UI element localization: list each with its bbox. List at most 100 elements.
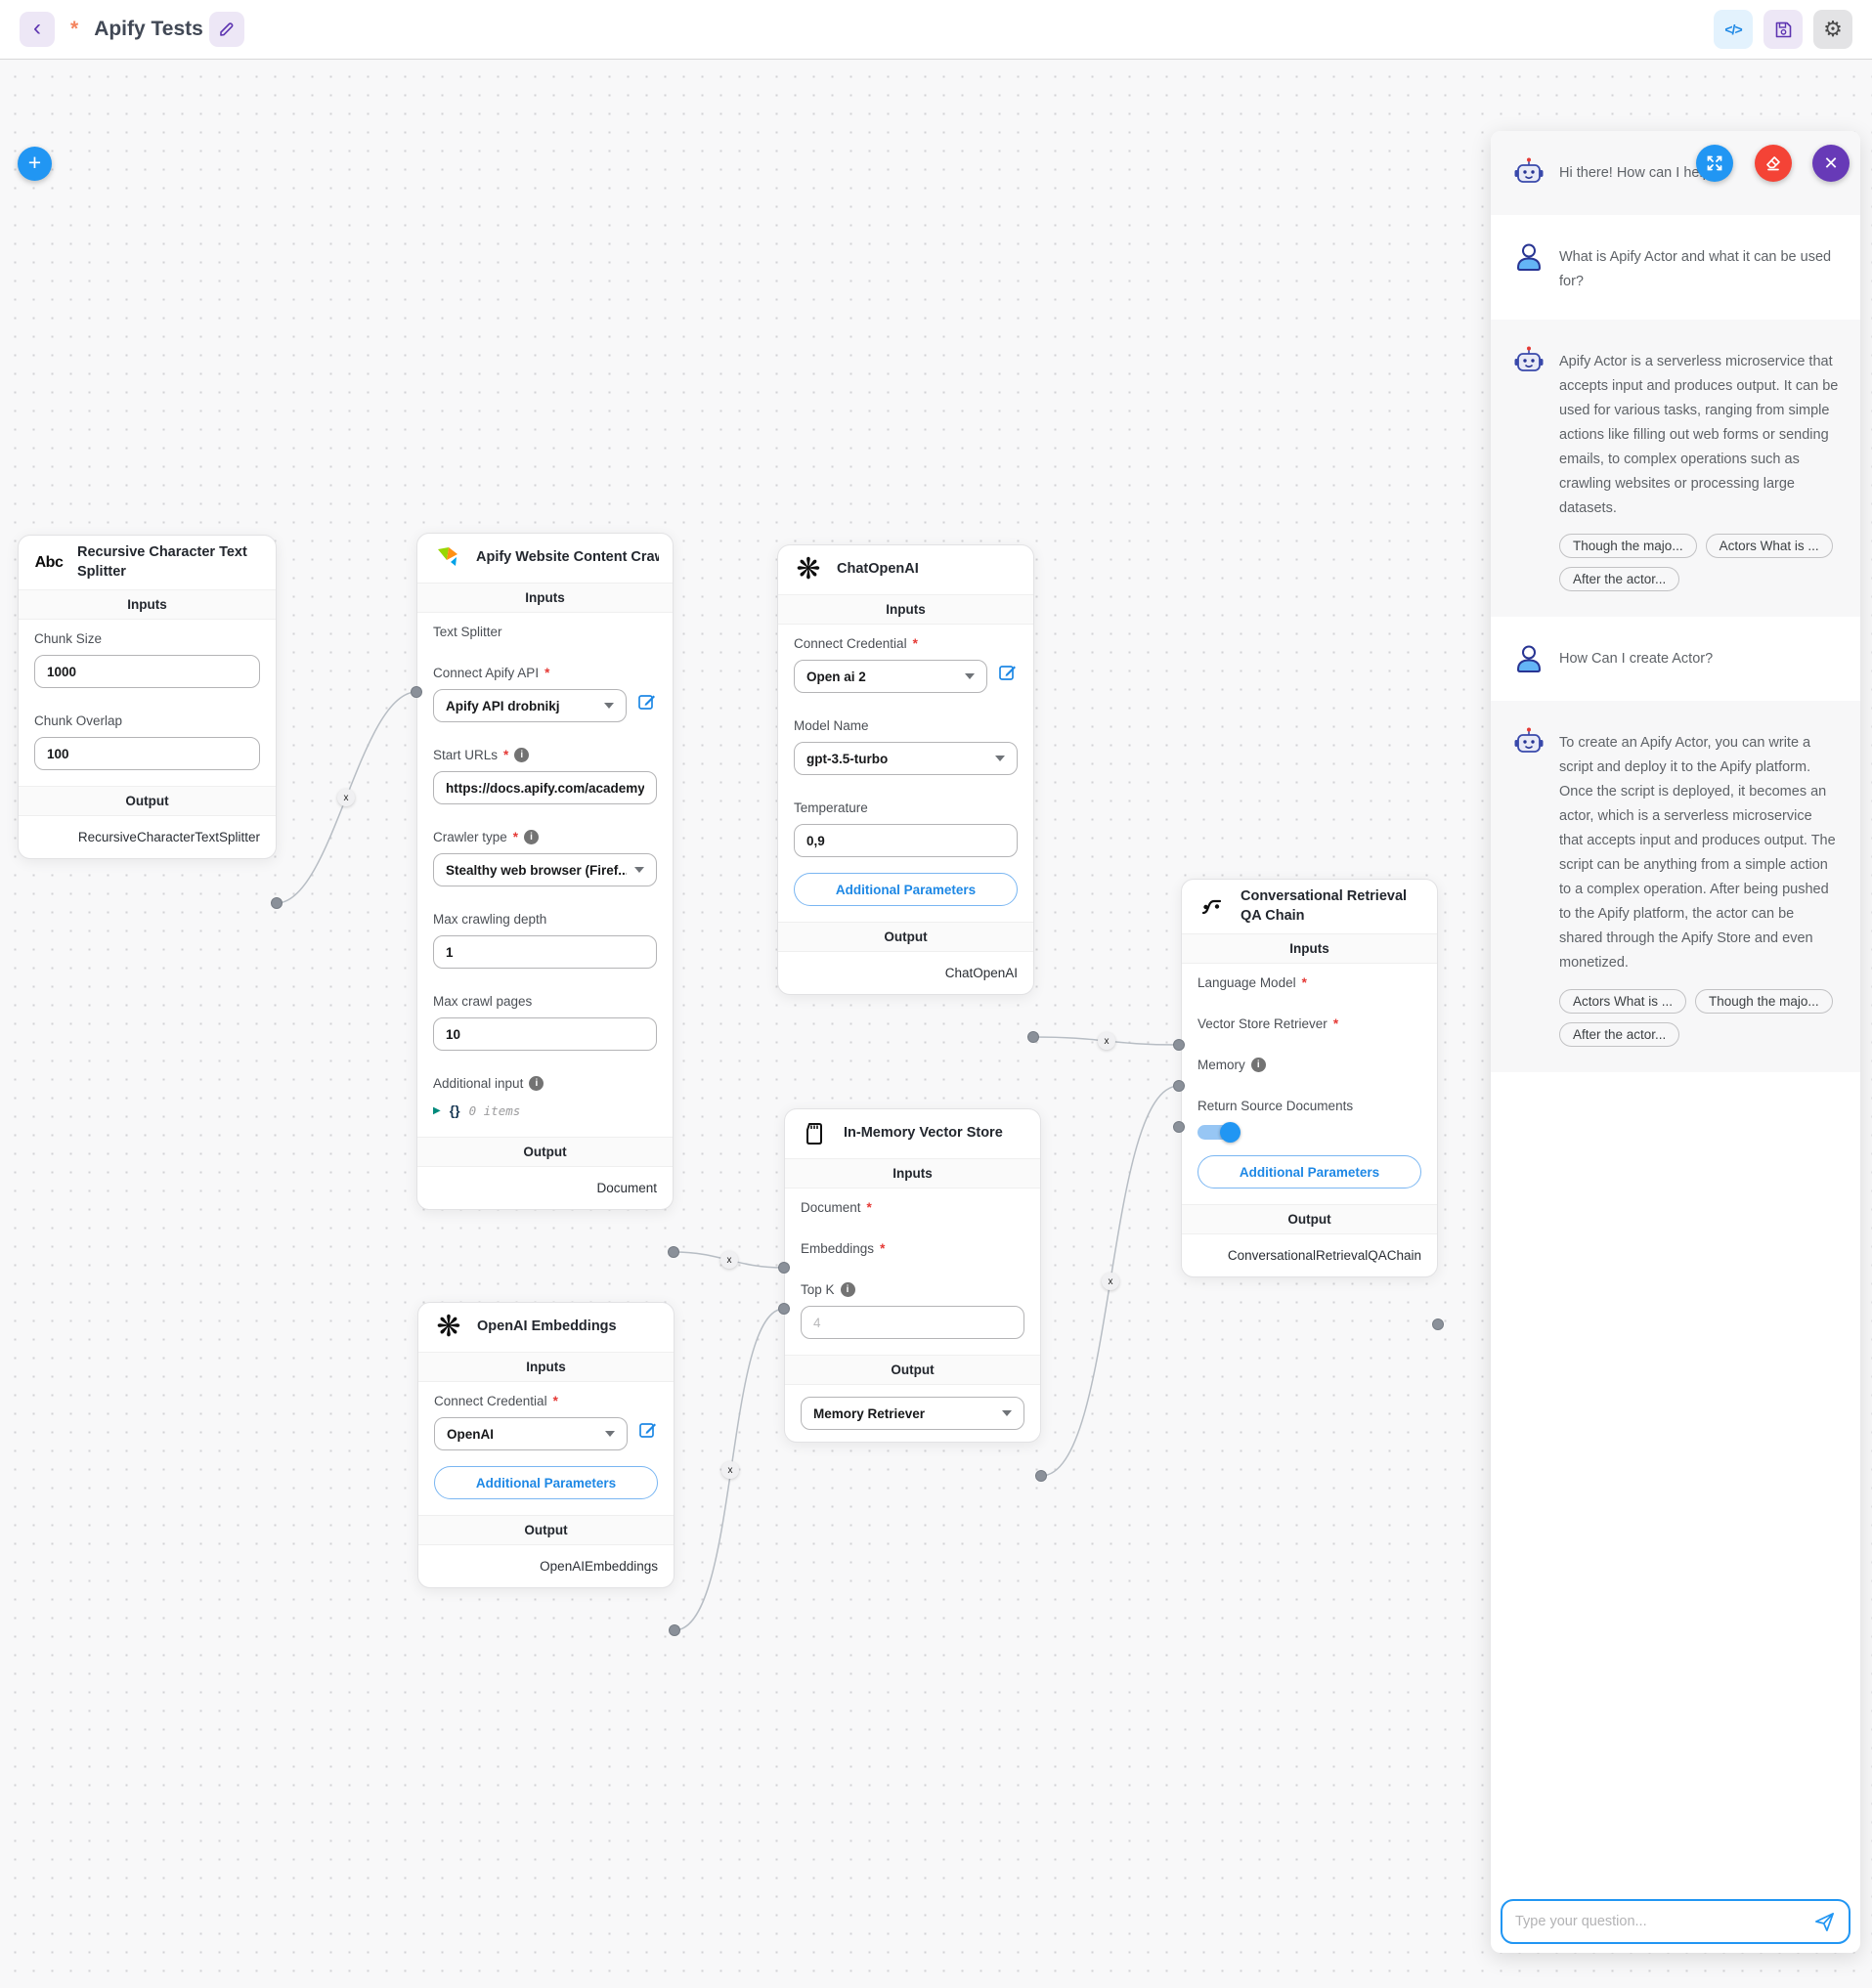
openai-icon: ❋ xyxy=(432,1311,465,1344)
chat-input-area xyxy=(1491,1891,1860,1953)
temperature-input[interactable] xyxy=(794,824,1018,857)
send-button[interactable] xyxy=(1813,1911,1836,1933)
node-openai-embeddings[interactable]: ❋ OpenAI Embeddings Inputs Connect Crede… xyxy=(417,1302,675,1588)
chevron-left-icon: ‹ xyxy=(33,17,41,40)
expander-icon[interactable]: ▶ xyxy=(433,1105,441,1116)
port-in-embeddings[interactable] xyxy=(778,1303,790,1315)
connect-apify-api-label: Connect Apify API* xyxy=(433,664,657,681)
max-pages-input[interactable] xyxy=(433,1017,657,1051)
document-label: Document* xyxy=(801,1198,1024,1216)
edge-delete-button[interactable]: x xyxy=(720,1251,738,1269)
return-source-documents-toggle[interactable] xyxy=(1197,1125,1238,1140)
node-chat-openai[interactable]: ❋ ChatOpenAI Inputs Connect Credential* … xyxy=(777,544,1034,995)
max-depth-input[interactable] xyxy=(433,935,657,969)
credential-select[interactable]: Open ai 2 xyxy=(794,660,987,693)
followup-chip[interactable]: Actors What is ... xyxy=(1706,534,1833,558)
followup-chip[interactable]: After the actor... xyxy=(1559,567,1679,591)
port-out-memory-retriever[interactable] xyxy=(1035,1470,1047,1482)
apify-credential-select[interactable]: Apify API drobnikj xyxy=(433,689,627,722)
max-depth-label: Max crawling depth xyxy=(433,910,657,928)
edge-delete-button[interactable]: x xyxy=(1102,1273,1119,1290)
paper-plane-icon xyxy=(1813,1911,1836,1933)
additional-parameters-button[interactable]: Additional Parameters xyxy=(1197,1155,1421,1188)
apify-logo-icon xyxy=(431,541,464,575)
model-name-label: Model Name xyxy=(794,716,1018,734)
node-recursive-text-splitter[interactable]: Abc Recursive Character Text Splitter In… xyxy=(18,535,277,859)
port-out-document[interactable] xyxy=(668,1246,679,1258)
info-icon[interactable]: i xyxy=(1251,1058,1266,1072)
port-out-openaiembeddings[interactable] xyxy=(669,1624,680,1636)
temperature-label: Temperature xyxy=(794,799,1018,816)
chain-link-icon xyxy=(1196,890,1229,924)
node-apify-crawler[interactable]: Apify Website Content Crawler Inputs Tex… xyxy=(416,533,674,1210)
followup-chip[interactable]: Though the majo... xyxy=(1695,989,1833,1014)
followup-chip[interactable]: Though the majo... xyxy=(1559,534,1697,558)
max-depth-value[interactable] xyxy=(446,945,644,960)
port-in-vector-store-retriever[interactable] xyxy=(1173,1080,1185,1092)
add-node-button[interactable]: + xyxy=(18,147,52,181)
crawler-type-select[interactable]: Stealthy web browser (Firef... xyxy=(433,853,657,886)
followup-chip[interactable]: After the actor... xyxy=(1559,1022,1679,1047)
info-icon[interactable]: i xyxy=(841,1282,855,1297)
chat-question-input[interactable] xyxy=(1515,1914,1804,1929)
embeddings-label: Embeddings* xyxy=(801,1239,1024,1257)
port-out-recursivecharactertextsplitter[interactable] xyxy=(271,897,283,909)
json-braces: {} xyxy=(450,1102,460,1118)
chunk-overlap-input[interactable] xyxy=(34,737,260,770)
max-pages-label: Max crawl pages xyxy=(433,992,657,1010)
robot-avatar-icon xyxy=(1512,156,1545,190)
clear-chat-fab[interactable] xyxy=(1755,145,1792,182)
chat-panel: Hi there! How can I help? What is Apify … xyxy=(1491,131,1860,1953)
chunk-size-value[interactable] xyxy=(47,665,247,679)
temperature-value[interactable] xyxy=(806,834,1005,848)
port-in-memory[interactable] xyxy=(1173,1121,1185,1133)
edit-credential-button[interactable] xyxy=(637,692,657,712)
model-name-select[interactable]: gpt-3.5-turbo xyxy=(794,742,1018,775)
edit-title-button[interactable] xyxy=(209,12,244,47)
api-code-button[interactable]: </> xyxy=(1714,10,1753,49)
port-in-document[interactable] xyxy=(778,1262,790,1274)
node-header: Apify Website Content Crawler xyxy=(417,534,673,583)
node-conversational-retrieval-qa-chain[interactable]: Conversational Retrieval QA Chain Inputs… xyxy=(1181,879,1438,1277)
additional-parameters-button[interactable]: Additional Parameters xyxy=(794,873,1018,906)
json-editor-row[interactable]: ▶ {} 0 items xyxy=(433,1100,657,1121)
top-k-value[interactable] xyxy=(813,1316,1012,1330)
message-text: What is Apify Actor and what it can be u… xyxy=(1559,240,1839,294)
back-button[interactable]: ‹ xyxy=(20,12,55,47)
node-title: Apify Website Content Crawler xyxy=(476,548,659,568)
port-in-text-splitter[interactable] xyxy=(411,686,422,698)
edit-credential-button[interactable] xyxy=(638,1420,658,1440)
port-in-language-model[interactable] xyxy=(1173,1039,1185,1051)
chunk-overlap-value[interactable] xyxy=(47,747,247,761)
close-chat-fab[interactable]: ✕ xyxy=(1812,145,1850,182)
chunk-size-input[interactable] xyxy=(34,655,260,688)
port-out-conversationalretrievalqachain[interactable] xyxy=(1432,1318,1444,1330)
chat-input-box[interactable] xyxy=(1501,1899,1850,1944)
chat-message-bot: Hi there! How can I help? xyxy=(1491,131,1860,215)
edge-delete-button[interactable]: x xyxy=(337,789,355,806)
additional-parameters-button[interactable]: Additional Parameters xyxy=(434,1466,658,1499)
top-k-label: Top K i xyxy=(801,1280,1024,1298)
followup-chips: Though the majo... Actors What is ... Af… xyxy=(1559,534,1839,591)
top-k-input[interactable] xyxy=(801,1306,1024,1339)
followup-chip[interactable]: Actors What is ... xyxy=(1559,989,1686,1014)
settings-button[interactable]: ⚙ xyxy=(1813,10,1852,49)
output-band: Output xyxy=(19,786,276,816)
edge-delete-button[interactable]: x xyxy=(721,1461,739,1479)
edge-delete-button[interactable]: x xyxy=(1098,1032,1115,1050)
edit-credential-button[interactable] xyxy=(998,663,1018,682)
info-icon[interactable]: i xyxy=(524,830,539,844)
start-urls-input[interactable]: https://docs.apify.com/academy/getti xyxy=(433,771,657,804)
max-pages-value[interactable] xyxy=(446,1027,644,1042)
credential-select[interactable]: OpenAI xyxy=(434,1417,628,1450)
info-icon[interactable]: i xyxy=(514,748,529,762)
port-out-chatopenai[interactable] xyxy=(1027,1031,1039,1043)
node-inmemory-vector-store[interactable]: In-Memory Vector Store Inputs Document* … xyxy=(784,1108,1041,1443)
info-icon[interactable]: i xyxy=(529,1076,544,1091)
chevron-down-icon xyxy=(1002,1410,1012,1416)
save-flow-button[interactable] xyxy=(1763,10,1803,49)
output-type-select[interactable]: Memory Retriever xyxy=(801,1397,1024,1430)
fit-screen-fab[interactable] xyxy=(1696,145,1733,182)
node-title: ChatOpenAI xyxy=(837,560,919,580)
output-band: Output xyxy=(417,1137,673,1167)
